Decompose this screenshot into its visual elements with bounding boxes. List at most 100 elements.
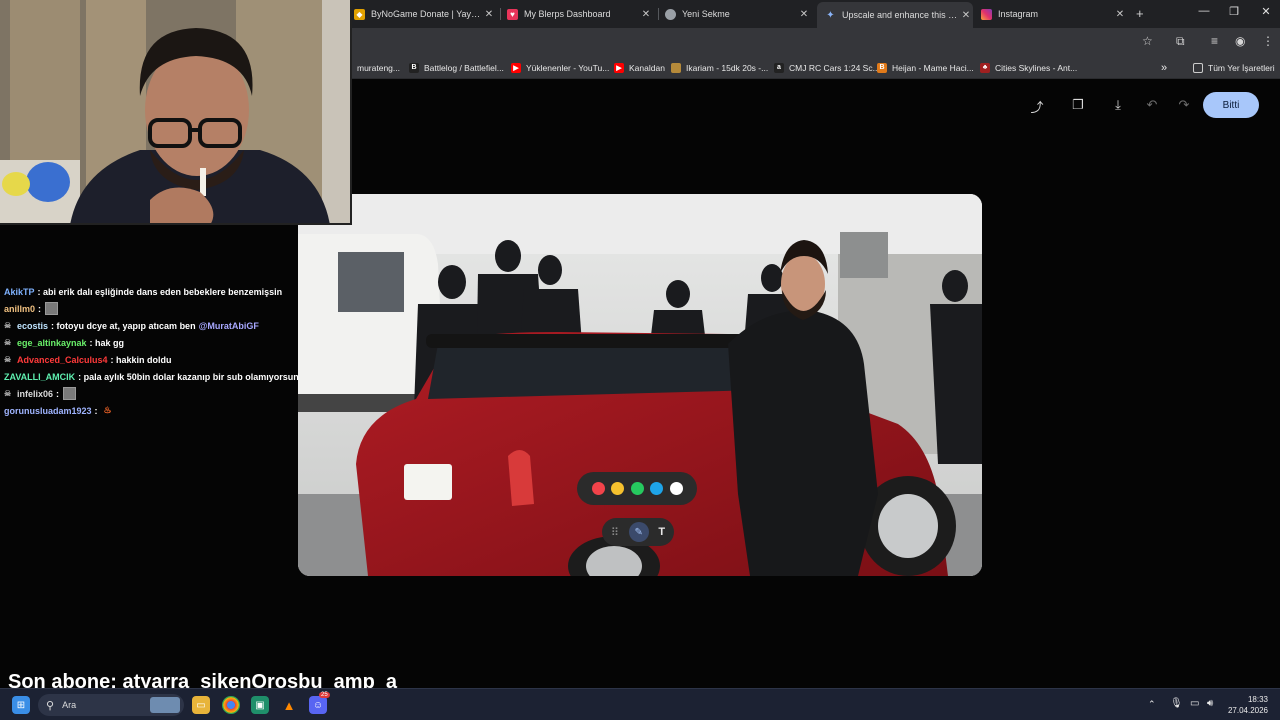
youtube-icon: ▶ xyxy=(511,62,521,73)
chat-username: ege_altinkaynak xyxy=(17,337,87,348)
color-palette xyxy=(577,472,697,505)
extensions-icon[interactable]: ⧉ xyxy=(1176,34,1185,49)
bookmark-heijan[interactable]: B Heijan - Mame Haci... xyxy=(877,61,974,74)
text-tool-button[interactable]: T xyxy=(658,526,665,538)
chat-message: ZAVALLI_AMCIK : pala aylık 50bin dolar k… xyxy=(4,368,304,385)
folder-icon xyxy=(1193,62,1203,73)
flame-emote-icon: ♨ xyxy=(103,405,112,415)
chat-text: : xyxy=(94,405,98,416)
media-control-icon[interactable]: ≡ xyxy=(1211,34,1218,48)
chat-text: : fotoyu dcye at, yapıp atıcam ben xyxy=(51,320,196,331)
share-icon[interactable]: ⤴ xyxy=(1028,97,1046,116)
app-icon[interactable]: ▣ xyxy=(251,696,269,714)
color-swatch-red[interactable] xyxy=(591,482,605,495)
tab-bynogame[interactable]: ◆ ByNoGame Donate | Yayıncıya ✕ xyxy=(354,3,496,25)
copy-icon[interactable]: ❐ xyxy=(1069,97,1087,113)
color-swatch-green[interactable] xyxy=(630,482,644,495)
clock-time[interactable]: 18:33 xyxy=(1228,695,1268,704)
chat-text: : hak gg xyxy=(89,337,125,348)
bookmark-ikariam[interactable]: Ikariam - 15dk 20s -... xyxy=(671,61,768,74)
search-highlight-icon xyxy=(150,697,180,713)
chat-username: anillm0 xyxy=(4,303,36,314)
menu-icon[interactable]: ⋮ xyxy=(1262,34,1274,48)
file-explorer-icon[interactable]: ▭ xyxy=(192,696,210,714)
drag-handle-icon[interactable]: ⠿ xyxy=(611,526,619,539)
tab-title: My Blerps Dashboard xyxy=(524,9,611,19)
tab-new-tab[interactable]: Yeni Sekme ✕ xyxy=(665,3,811,25)
chat-message: AkikTP : abi erik dalı eşliğinde dans ed… xyxy=(4,283,304,300)
emote-icon xyxy=(45,302,59,315)
redo-icon[interactable]: ↷ xyxy=(1175,97,1193,113)
bookmark-kanaldan[interactable]: ▶ Kanaldan xyxy=(614,61,665,74)
chrome-icon[interactable] xyxy=(222,696,240,714)
window-close-icon[interactable]: ✕ xyxy=(1256,5,1276,18)
blerp-icon: ♥ xyxy=(507,8,518,20)
amazon-icon: a xyxy=(774,62,784,73)
chat-text: : hakkin doldu xyxy=(110,354,172,365)
chat-message: gorunusluadam1923 : ♨ xyxy=(4,402,304,419)
microphone-icon[interactable]: 🎙︎ xyxy=(1170,698,1183,709)
pen-tool-icon[interactable]: ✎ xyxy=(628,522,649,542)
minimize-icon[interactable]: — xyxy=(1194,5,1214,17)
skylines-icon: ♣ xyxy=(980,62,990,73)
taskbar-search[interactable]: ⚲ Ara xyxy=(38,694,184,716)
close-icon[interactable]: ✕ xyxy=(639,9,653,20)
windows-taskbar: ⊞ ⚲ Ara ▭ ▣ ▲ ☺ 25 ⌃ 🎙︎ ▭ 🔊︎ 18:33 27.04… xyxy=(0,688,1280,720)
bookmark-label: Heijan - Mame Haci... xyxy=(892,62,974,73)
chat-text: : xyxy=(38,303,42,314)
undo-icon[interactable]: ↶ xyxy=(1143,97,1161,113)
bookmark-label: Tüm Yer İşaretleri xyxy=(1208,62,1275,73)
bookmark-star-icon[interactable]: ☆ xyxy=(1142,34,1153,48)
finish-button[interactable]: Bitti xyxy=(1203,92,1259,118)
bookmark-label: Ikariam - 15dk 20s -... xyxy=(686,62,769,73)
sub-badge-icon: ☠ xyxy=(4,355,12,364)
webcam-overlay xyxy=(0,0,352,225)
sub-badge-icon: ☠ xyxy=(4,321,12,330)
chrome-icon xyxy=(665,8,676,20)
tray-chevron-icon[interactable]: ⌃ xyxy=(1148,699,1156,710)
chat-username: infelix06 xyxy=(17,388,54,399)
bookmark-label: Kanaldan xyxy=(629,62,665,73)
profile-icon[interactable]: ◉ xyxy=(1235,34,1245,48)
bookmark-battlelog[interactable]: B Battlelog / Battlefiel... xyxy=(409,61,504,74)
bookmark-all-bookmarks[interactable]: Tüm Yer İşaretleri xyxy=(1193,61,1275,74)
chat-text: : pala aylık 50bin dolar kazanıp bir sub… xyxy=(78,371,299,382)
bookmark-murateng[interactable]: murateng... xyxy=(357,61,400,74)
emote-icon xyxy=(63,387,77,400)
draw-toolbar: ⠿ ✎ T xyxy=(602,518,674,546)
restore-icon[interactable]: ❐ xyxy=(1224,5,1244,18)
close-icon[interactable]: ✕ xyxy=(797,9,811,20)
display-icon[interactable]: ▭ xyxy=(1190,698,1199,709)
stream-chat: AkikTP : abi erik dalı eşliğinde dans ed… xyxy=(4,283,304,419)
close-icon[interactable]: ✕ xyxy=(1113,9,1127,20)
new-tab-icon[interactable]: + xyxy=(1136,6,1144,21)
clock-date[interactable]: 27.04.2026 xyxy=(1222,706,1268,715)
search-placeholder: Ara xyxy=(62,700,77,710)
tab-blerp[interactable]: ♥ My Blerps Dashboard ✕ xyxy=(507,3,653,25)
vlc-icon[interactable]: ▲ xyxy=(280,696,298,714)
windows-start-icon[interactable]: ⊞ xyxy=(12,696,30,714)
chat-username: ZAVALLI_AMCIK xyxy=(4,371,76,382)
discord-icon[interactable]: ☺ xyxy=(309,696,327,714)
bookmarks-overflow-icon[interactable]: » xyxy=(1161,61,1167,74)
bookmark-rc-cars[interactable]: a CMJ RC Cars 1:24 Sc... xyxy=(774,61,880,74)
chat-text: : xyxy=(56,388,60,399)
ikariam-icon xyxy=(671,62,681,73)
search-icon: ⚲ xyxy=(46,699,55,712)
tab-gemini[interactable]: ✦ Upscale and enhance this imag ✕ xyxy=(817,2,973,28)
color-swatch-white[interactable] xyxy=(669,482,683,495)
bookmark-cities-skylines[interactable]: ♣ Cities Skylines - Ant... xyxy=(980,61,1077,74)
color-swatch-yellow[interactable] xyxy=(611,482,624,495)
bookmark-youtube-uploads[interactable]: ▶ Yüklenenler - YouTu... xyxy=(511,61,609,74)
close-icon[interactable]: ✕ xyxy=(482,9,496,20)
close-icon[interactable]: ✕ xyxy=(959,10,973,21)
bookmark-label: murateng... xyxy=(357,62,400,73)
chat-message: anillm0 : xyxy=(4,300,304,317)
color-swatch-blue[interactable] xyxy=(650,482,663,495)
bookmark-label: Yüklenenler - YouTu... xyxy=(526,62,610,73)
volume-icon[interactable]: 🔊︎ xyxy=(1207,698,1213,709)
screen: ◆ ByNoGame Donate | Yayıncıya ✕ ♥ My Ble… xyxy=(0,0,1280,720)
tab-instagram[interactable]: Instagram ✕ xyxy=(981,3,1127,25)
download-icon[interactable]: ⤓ xyxy=(1109,97,1127,113)
chat-message: ☠ ecostis : fotoyu dcye at, yapıp atıcam… xyxy=(4,317,304,334)
